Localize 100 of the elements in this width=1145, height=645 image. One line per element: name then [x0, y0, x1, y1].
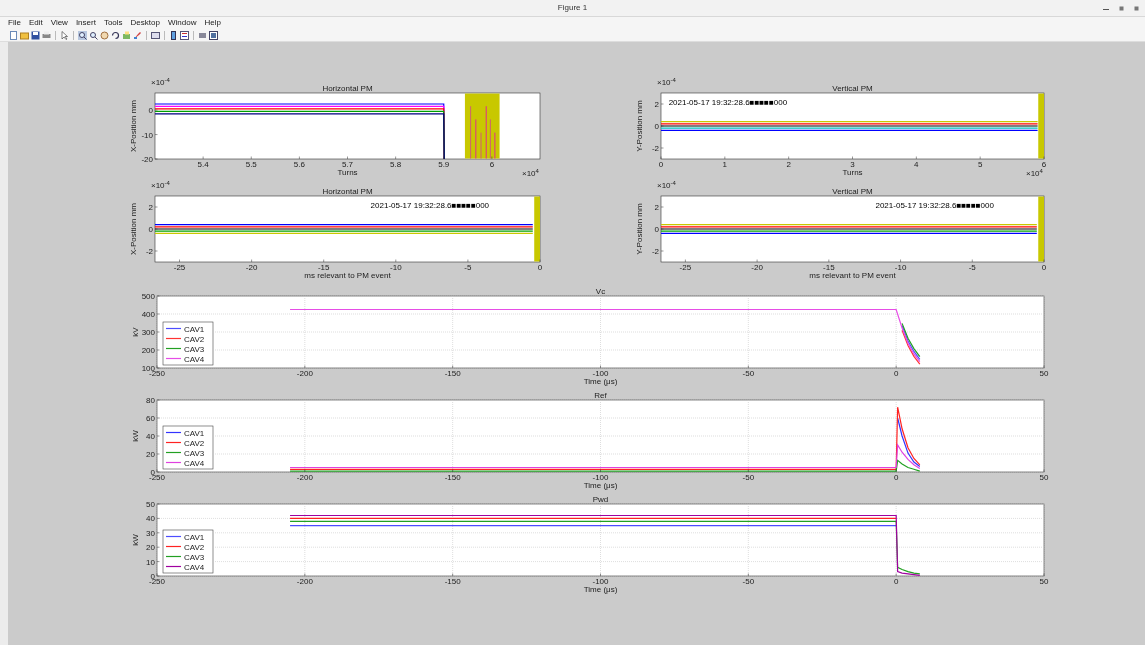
axis-label: Time (μs): [583, 377, 618, 386]
tick-label: 0: [893, 369, 899, 378]
tick-label: 0: [537, 263, 543, 272]
legend-label: CAV1: [184, 532, 205, 542]
tick-label: 40: [146, 514, 155, 524]
chart-title: Vertical PM: [832, 84, 873, 93]
menu-item[interactable]: Edit: [28, 19, 43, 27]
tick-label: 2: [786, 160, 791, 169]
tick-label: 5.5: [245, 160, 257, 169]
close-icon[interactable]: [1134, 5, 1139, 11]
save-icon[interactable]: [31, 30, 40, 40]
tick-label: -150: [444, 473, 461, 482]
axis-label: Y-Position mm: [635, 203, 644, 255]
rotate-icon[interactable]: [111, 30, 120, 40]
tick-label: -15: [317, 263, 330, 272]
tick-label: 5: [977, 160, 983, 169]
noise-region-drawing: [534, 196, 540, 262]
axis-multiplier: ×10$^{-4}$: [151, 182, 170, 190]
tick-label: -25: [173, 263, 186, 272]
tick-label: 2: [654, 203, 659, 212]
print-icon[interactable]: [42, 30, 51, 40]
zoom-in-icon[interactable]: [78, 30, 87, 40]
tick-label: 20: [146, 543, 155, 553]
tick-label: 50: [1039, 369, 1049, 378]
tick-label: 10: [146, 557, 155, 567]
menu-item[interactable]: Help: [204, 19, 221, 27]
brush-icon[interactable]: [133, 30, 142, 40]
axis-label: kV: [131, 327, 140, 337]
tick-label: -50: [742, 473, 755, 482]
legend-label: CAV3: [184, 448, 205, 458]
tick-label: 50: [1039, 577, 1049, 586]
legend-label: CAV4: [184, 562, 205, 572]
menu-item[interactable]: Window: [167, 19, 197, 27]
legend-label: CAV1: [184, 428, 205, 438]
menu-item[interactable]: File: [8, 19, 21, 27]
tick-label: 300: [141, 328, 155, 337]
chart-title: Vertical PM: [832, 187, 873, 196]
legend-icon[interactable]: [180, 30, 189, 40]
chart-title: Ref: [594, 391, 607, 400]
timestamp-label: 2021-05-17 19:32:28.6■■■■■000: [668, 97, 788, 107]
link-icon[interactable]: [151, 30, 160, 40]
folder-icon[interactable]: [20, 30, 29, 40]
tick-label: 20: [146, 450, 155, 459]
axis-multiplier: ×10$^{-4}$: [151, 79, 170, 87]
axis-label: Turns: [842, 168, 863, 177]
maximize-icon[interactable]: [1119, 5, 1124, 11]
menu-item[interactable]: Tools: [103, 19, 123, 27]
axis-label: ms relevant to PM event: [809, 271, 896, 280]
tick-label: 5.6: [293, 160, 305, 169]
tick-label: -200: [296, 473, 313, 482]
noise-region-drawing: [1038, 196, 1044, 262]
tick-label: 0: [658, 160, 664, 169]
panel-icon[interactable]: [209, 30, 218, 40]
menu-item[interactable]: Insert: [75, 19, 96, 27]
tick-label: 0: [654, 122, 659, 131]
pointer-icon[interactable]: [60, 30, 69, 40]
tick-label: 6: [1041, 160, 1047, 169]
legend-label: CAV2: [184, 438, 205, 448]
tick-label: 200: [141, 346, 155, 355]
tick-label: 50: [1039, 473, 1049, 482]
tick-label: -50: [742, 369, 755, 378]
legend-label: CAV2: [184, 334, 205, 344]
tick-label: 0: [148, 225, 153, 234]
noise-region-drawing: [464, 93, 500, 159]
axis-label: Turns: [337, 168, 358, 177]
tick-label: -2: [651, 247, 659, 256]
axis-multiplier: ×10$^{-4}$: [657, 79, 676, 87]
chart-title: Pwd: [592, 495, 609, 504]
timestamp-label: 2021-05-17 19:32:28.6■■■■■000: [370, 200, 490, 210]
tick-label: 2: [654, 100, 659, 109]
tick-label: -20: [751, 263, 763, 272]
tick-label: 0: [1041, 263, 1047, 272]
tick-label: -5: [968, 263, 976, 272]
zoom-out-icon[interactable]: [89, 30, 98, 40]
new-file-icon[interactable]: [9, 30, 18, 40]
tick-label: 5.9: [438, 160, 450, 169]
tick-label: -150: [444, 369, 461, 378]
colorbar-icon[interactable]: [169, 30, 178, 40]
tick-label: -10: [141, 130, 153, 140]
tick-label: 500: [141, 292, 155, 301]
chart-title: Vc: [595, 287, 606, 296]
tick-label: -150: [444, 577, 461, 586]
legend-label: CAV2: [184, 542, 205, 552]
tick-label: 30: [146, 528, 155, 538]
legend-box: [162, 425, 214, 470]
legend-label: CAV3: [184, 344, 205, 354]
axis-label: ms relevant to PM event: [304, 271, 391, 280]
axis-label: X-Position mm: [129, 100, 138, 152]
legend-label: CAV3: [184, 552, 205, 562]
chart-title: Horizontal PM: [322, 187, 373, 196]
menu-item[interactable]: Desktop: [130, 19, 160, 27]
menu-item[interactable]: View: [50, 19, 68, 27]
tick-label: 0: [654, 225, 659, 234]
tick-label: 400: [141, 310, 155, 319]
tick-label: 60: [146, 414, 155, 423]
tick-label: -5: [464, 263, 472, 272]
axis-label: Time (μs): [583, 585, 618, 594]
tick-label: -10: [894, 263, 907, 272]
axis-multiplier: ×10$^{4}$: [522, 170, 539, 178]
tick-label: 5.7: [341, 160, 354, 169]
